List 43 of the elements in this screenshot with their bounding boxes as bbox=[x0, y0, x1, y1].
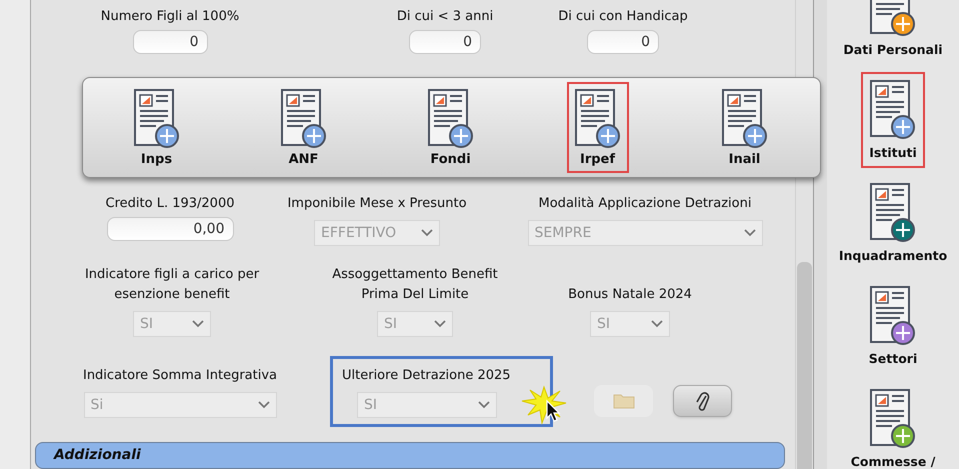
field-label: Bonus Natale 2024 bbox=[568, 286, 692, 304]
document-plus-icon bbox=[722, 89, 768, 149]
field-label: Credito L. 193/2000 bbox=[106, 195, 234, 213]
folder-icon bbox=[612, 393, 634, 409]
document-plus-icon bbox=[574, 89, 620, 149]
number-field[interactable]: 0,00 bbox=[106, 217, 234, 241]
toolbar-tab[interactable]: Inail bbox=[714, 82, 776, 173]
field-label: Di cui con Handicap bbox=[558, 8, 688, 26]
section-header[interactable]: Addizionali bbox=[35, 442, 785, 469]
document-plus-icon bbox=[428, 89, 474, 149]
sidebar-item[interactable]: Settori bbox=[860, 278, 926, 374]
field-label: Numero Figli al 100% bbox=[100, 8, 240, 26]
field-label: Indicatore figli a carico per esenzione benefit bbox=[84, 266, 260, 304]
field-label: Di cui < 3 anni bbox=[396, 8, 494, 26]
sidebar-item[interactable]: Commesse / bbox=[842, 381, 944, 469]
field-label: Assoggettamento Benefit Prima Del Limite bbox=[331, 266, 499, 304]
toolbar-tab[interactable]: ANF bbox=[272, 82, 334, 173]
caret-icon bbox=[744, 229, 756, 237]
number-field[interactable]: 0 bbox=[409, 30, 481, 54]
document-plus-icon bbox=[134, 89, 180, 149]
toolbar-tab[interactable]: Irpef bbox=[566, 82, 628, 173]
sidebar-item[interactable]: Istituti bbox=[861, 72, 925, 168]
field-label: Ulteriore Detrazione 2025 bbox=[342, 367, 511, 385]
click-cursor-drawing bbox=[520, 385, 568, 425]
attach-button[interactable] bbox=[673, 385, 732, 417]
field-label: Indicatore Somma Integrativa bbox=[82, 367, 278, 385]
scrollbar-thumb[interactable] bbox=[797, 262, 812, 469]
document-plus-icon bbox=[280, 89, 326, 149]
paperclip-icon bbox=[696, 390, 710, 412]
caret-icon bbox=[192, 320, 204, 328]
sidebar-item[interactable]: Dati Personali bbox=[835, 0, 951, 65]
caret-icon bbox=[478, 401, 490, 409]
number-field[interactable]: 0 bbox=[132, 30, 208, 54]
field-label: Modalità Applicazione Detrazioni bbox=[538, 195, 752, 213]
field-label: Imponibile Mese x Presunto bbox=[287, 195, 467, 213]
caret-icon bbox=[651, 320, 663, 328]
sidebar-item[interactable]: Inquadramento bbox=[830, 175, 956, 271]
caret-icon bbox=[434, 320, 446, 328]
toolbar-tab[interactable]: Inps bbox=[126, 82, 188, 173]
caret-icon bbox=[421, 229, 433, 237]
caret-icon bbox=[258, 401, 270, 409]
toolbar-tab[interactable]: Fondi bbox=[420, 82, 482, 173]
number-field[interactable]: 0 bbox=[587, 30, 659, 54]
